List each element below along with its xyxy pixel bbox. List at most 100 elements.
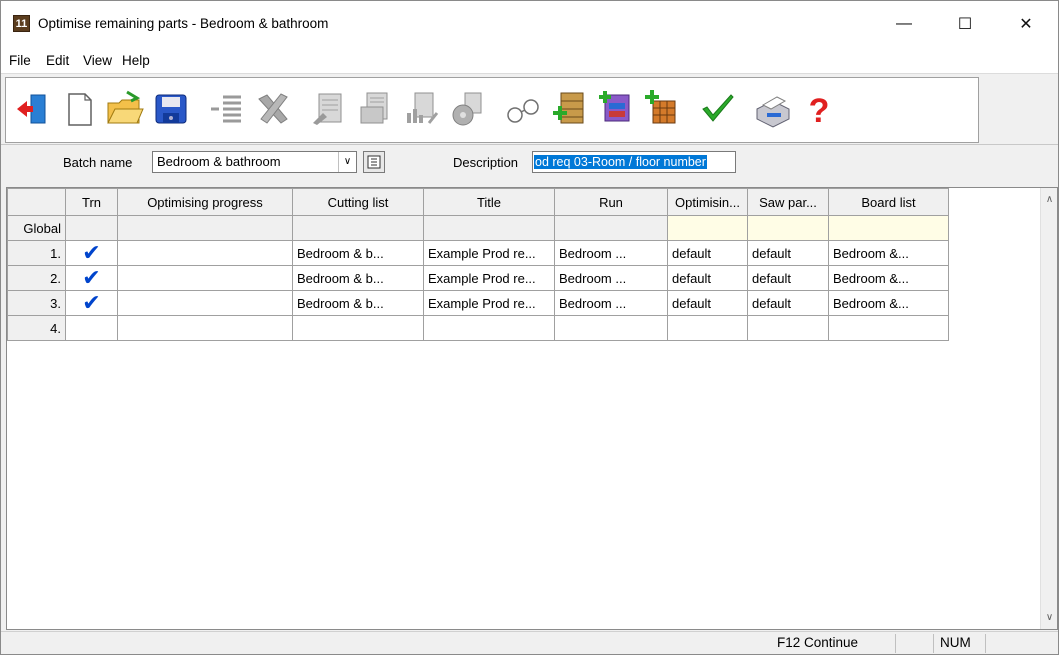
status-f12-continue[interactable]: F12 Continue [771, 634, 895, 653]
app-window: 11 Optimise remaining parts - Bedroom & … [0, 0, 1059, 655]
scroll-up-icon[interactable]: ∧ [1041, 194, 1058, 205]
row-number: 3. [7, 290, 66, 316]
saw-cell[interactable]: default [747, 290, 829, 316]
header-optimising-progress[interactable]: Optimising progress [117, 188, 293, 216]
report-2-icon[interactable] [354, 88, 396, 130]
header-title[interactable]: Title [423, 188, 555, 216]
toolbar-separator [301, 90, 302, 130]
svg-text:?: ? [809, 92, 830, 129]
toolbar: ? [1, 73, 1058, 145]
chart-report-icon[interactable] [400, 88, 442, 130]
header-board-list[interactable]: Board list [828, 188, 949, 216]
saw-icon[interactable] [446, 88, 488, 130]
menu-edit[interactable]: Edit [46, 53, 69, 68]
title-cell[interactable]: Example Prod re... [423, 290, 555, 316]
title-cell[interactable]: Example Prod re... [423, 265, 555, 291]
optimising-cell[interactable]: default [667, 290, 748, 316]
title-bar: 11 Optimise remaining parts - Bedroom & … [1, 1, 1058, 47]
row-number: 1. [7, 240, 66, 266]
header-trn[interactable]: Trn [65, 188, 118, 216]
trn-cell[interactable]: ✔ [65, 240, 118, 266]
run-cell[interactable]: Bedroom ... [554, 265, 668, 291]
table-row[interactable]: 1. ✔ Bedroom & b... Example Prod re... B… [7, 240, 949, 266]
saw-cell[interactable]: default [747, 265, 829, 291]
title-cell[interactable] [423, 315, 555, 341]
save-icon[interactable] [150, 88, 192, 130]
global-cell[interactable] [747, 215, 829, 241]
table-row[interactable]: 2. ✔ Bedroom & b... Example Prod re... B… [7, 265, 949, 291]
progress-cell[interactable] [117, 240, 293, 266]
description-field[interactable]: od req 03-Room / floor number [532, 151, 736, 173]
progress-cell[interactable] [117, 290, 293, 316]
close-button[interactable]: ✕ [1003, 1, 1049, 47]
optimising-cell[interactable] [667, 315, 748, 341]
board-list-cell[interactable] [828, 315, 949, 341]
list-icon[interactable] [206, 88, 248, 130]
row-label-global: Global [7, 215, 66, 241]
header-cutting-list[interactable]: Cutting list [292, 188, 424, 216]
global-cell[interactable] [554, 215, 668, 241]
vertical-scrollbar[interactable]: ∧ ∨ [1040, 188, 1057, 629]
run-cell[interactable] [554, 315, 668, 341]
new-icon[interactable] [58, 88, 100, 130]
minimize-button[interactable]: — [881, 1, 927, 47]
open-folder-icon[interactable] [104, 88, 146, 130]
cutting-list-cell[interactable] [292, 315, 424, 341]
chevron-down-icon[interactable]: ∨ [338, 152, 356, 172]
report-icon[interactable] [308, 88, 350, 130]
global-cell[interactable] [667, 215, 748, 241]
toolbar-panel: ? [5, 77, 979, 143]
batch-name-select[interactable]: Bedroom & bathroom ∨ [152, 151, 357, 173]
board-list-cell[interactable]: Bedroom &... [828, 265, 949, 291]
batch-list-button[interactable] [363, 151, 385, 173]
scroll-down-icon[interactable]: ∨ [1041, 612, 1058, 623]
run-cell[interactable]: Bedroom ... [554, 290, 668, 316]
row-number: 4. [7, 315, 66, 341]
board-list-cell[interactable]: Bedroom &... [828, 290, 949, 316]
saw-cell[interactable]: default [747, 240, 829, 266]
check-icon[interactable] [696, 88, 738, 130]
run-cell[interactable]: Bedroom ... [554, 240, 668, 266]
board-list-cell[interactable]: Bedroom &... [828, 240, 949, 266]
title-cell[interactable]: Example Prod re... [423, 240, 555, 266]
menu-file[interactable]: File [9, 53, 31, 68]
global-cell[interactable] [292, 215, 424, 241]
description-value: od req 03-Room / floor number [534, 155, 707, 169]
trn-cell[interactable]: ✔ [65, 290, 118, 316]
add-parts-icon[interactable] [594, 88, 636, 130]
add-board-icon[interactable] [548, 88, 590, 130]
global-cell[interactable] [423, 215, 555, 241]
glasses-icon[interactable] [502, 88, 544, 130]
global-cell[interactable] [828, 215, 949, 241]
global-cell[interactable] [65, 215, 118, 241]
trn-cell[interactable] [65, 315, 118, 341]
optimising-cell[interactable]: default [667, 265, 748, 291]
optimising-cell[interactable]: default [667, 240, 748, 266]
cutting-list-cell[interactable]: Bedroom & b... [292, 265, 424, 291]
table-row[interactable]: 3. ✔ Bedroom & b... Example Prod re... B… [7, 290, 949, 316]
header-optimising[interactable]: Optimisin... [667, 188, 748, 216]
trn-cell[interactable]: ✔ [65, 265, 118, 291]
global-cell[interactable] [117, 215, 293, 241]
exit-icon[interactable] [12, 88, 54, 130]
add-grid-icon[interactable] [640, 88, 682, 130]
maximize-button[interactable]: ☐ [942, 1, 988, 47]
menu-help[interactable]: Help [122, 53, 150, 68]
table-row[interactable]: 4. [7, 315, 949, 341]
help-icon[interactable]: ? [798, 88, 840, 130]
header-saw-parameters[interactable]: Saw par... [747, 188, 829, 216]
delete-icon[interactable] [252, 88, 294, 130]
saw-cell[interactable] [747, 315, 829, 341]
header-run[interactable]: Run [554, 188, 668, 216]
progress-cell[interactable] [117, 315, 293, 341]
global-row: Global [7, 215, 949, 241]
status-bar: F12 Continue NUM [1, 631, 1058, 654]
window-title: Optimise remaining parts - Bedroom & bat… [38, 16, 329, 31]
print-icon[interactable] [752, 88, 794, 130]
progress-cell[interactable] [117, 265, 293, 291]
parts-grid: Trn Optimising progress Cutting list Tit… [6, 187, 1058, 630]
cutting-list-cell[interactable]: Bedroom & b... [292, 290, 424, 316]
menu-view[interactable]: View [83, 53, 112, 68]
cutting-list-cell[interactable]: Bedroom & b... [292, 240, 424, 266]
description-label: Description [453, 155, 519, 170]
